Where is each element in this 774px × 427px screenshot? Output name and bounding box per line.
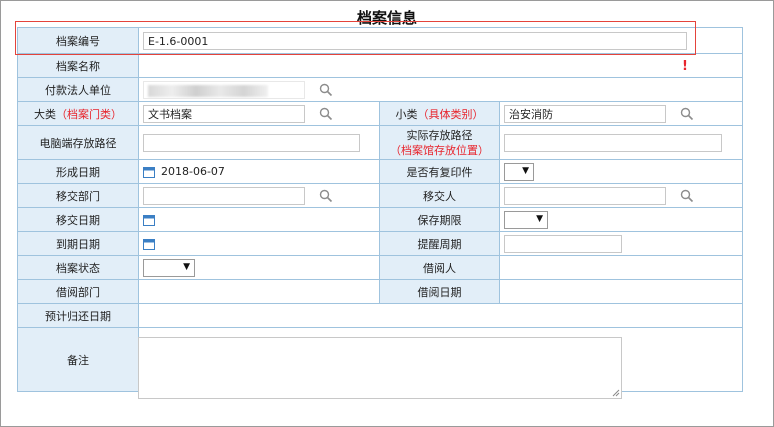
search-icon[interactable] (319, 83, 333, 97)
borrow-dept-value (138, 279, 380, 304)
dropdown-arrow-icon: ▼ (522, 165, 529, 176)
archive-no-label: 档案编号 (17, 27, 139, 54)
dropdown-arrow-icon: ▼ (536, 213, 543, 224)
form-date-label: 形成日期 (17, 159, 139, 184)
due-date-label: 到期日期 (17, 231, 139, 256)
transfer-person-cell (498, 183, 744, 208)
payer-label: 付款法人单位 (17, 77, 139, 102)
pc-path-cell (138, 125, 380, 160)
remark-textarea[interactable] (138, 337, 622, 399)
transfer-date-cell (138, 207, 380, 232)
retention-label: 保存期限 (379, 207, 500, 232)
real-path-input[interactable] (504, 133, 722, 152)
has-copy-cell: ▼ (498, 159, 744, 184)
expected-return-value (137, 303, 744, 328)
archive-no-input[interactable]: E-1.6-0001 (143, 31, 687, 50)
major-category-label: 大类（档案门类） (17, 101, 139, 126)
remind-cell (498, 231, 744, 256)
form-date-value[interactable]: 2018-06-07 (161, 165, 225, 178)
retention-select[interactable]: ▼ (504, 210, 548, 229)
real-path-cell (498, 125, 744, 160)
borrow-dept-label: 借阅部门 (17, 279, 139, 304)
minor-category-hint: （具体类别） (417, 107, 484, 121)
has-copy-label: 是否有复印件 (379, 159, 500, 184)
major-category-input[interactable]: 文书档案 (143, 104, 305, 123)
transfer-dept-cell (138, 183, 380, 208)
has-copy-select[interactable]: ▼ (504, 162, 534, 181)
due-date-cell (138, 231, 380, 256)
pc-path-input[interactable] (143, 133, 360, 152)
transfer-date-label: 移交日期 (17, 207, 139, 232)
borrower-label: 借阅人 (379, 255, 500, 280)
page-title: 档案信息 (356, 9, 417, 27)
form-date-cell: 2018-06-07 (138, 159, 380, 184)
major-category-hint: （档案门类） (56, 107, 122, 121)
remind-input[interactable] (504, 234, 622, 253)
real-path-hint: （档案馆存放位置） (390, 143, 489, 157)
status-cell: ▼ (138, 255, 380, 280)
resize-grip-icon[interactable] (612, 389, 620, 397)
minor-category-label: 小类（具体类别） (379, 101, 500, 126)
retention-cell: ▼ (498, 207, 744, 232)
status-select[interactable]: ▼ (143, 258, 195, 277)
minor-category-input[interactable]: 治安消防 (504, 104, 666, 123)
search-icon[interactable] (680, 107, 694, 121)
calendar-icon[interactable] (143, 238, 155, 250)
calendar-icon[interactable] (143, 166, 155, 178)
archive-name-input[interactable] (137, 53, 744, 78)
search-icon[interactable] (319, 107, 333, 121)
expected-return-label: 预计归还日期 (17, 303, 139, 328)
major-category-cell: 文书档案 (138, 101, 380, 126)
pc-path-label: 电脑端存放路径 (17, 125, 139, 160)
required-mark: ! (682, 59, 688, 74)
borrow-date-label: 借阅日期 (379, 279, 500, 304)
transfer-dept-input[interactable] (143, 186, 305, 205)
borrow-date-value (498, 279, 744, 304)
borrower-value (498, 255, 744, 280)
minor-category-cell: 治安消防 (498, 101, 744, 126)
payer-input[interactable] (143, 80, 305, 99)
remark-label: 备注 (17, 327, 139, 392)
real-path-label: 实际存放路径 （档案馆存放位置） (379, 125, 500, 160)
blurred-value (148, 84, 268, 97)
payer-cell (137, 77, 744, 102)
search-icon[interactable] (319, 189, 333, 203)
calendar-icon[interactable] (143, 214, 155, 226)
archive-name-label: 档案名称 (17, 53, 139, 78)
dropdown-arrow-icon: ▼ (183, 261, 190, 272)
archive-no-cell: E-1.6-0001 (137, 27, 744, 54)
transfer-person-label: 移交人 (379, 183, 500, 208)
status-label: 档案状态 (17, 255, 139, 280)
transfer-dept-label: 移交部门 (17, 183, 139, 208)
transfer-person-input[interactable] (504, 186, 666, 205)
remind-label: 提醒周期 (379, 231, 500, 256)
search-icon[interactable] (680, 189, 694, 203)
